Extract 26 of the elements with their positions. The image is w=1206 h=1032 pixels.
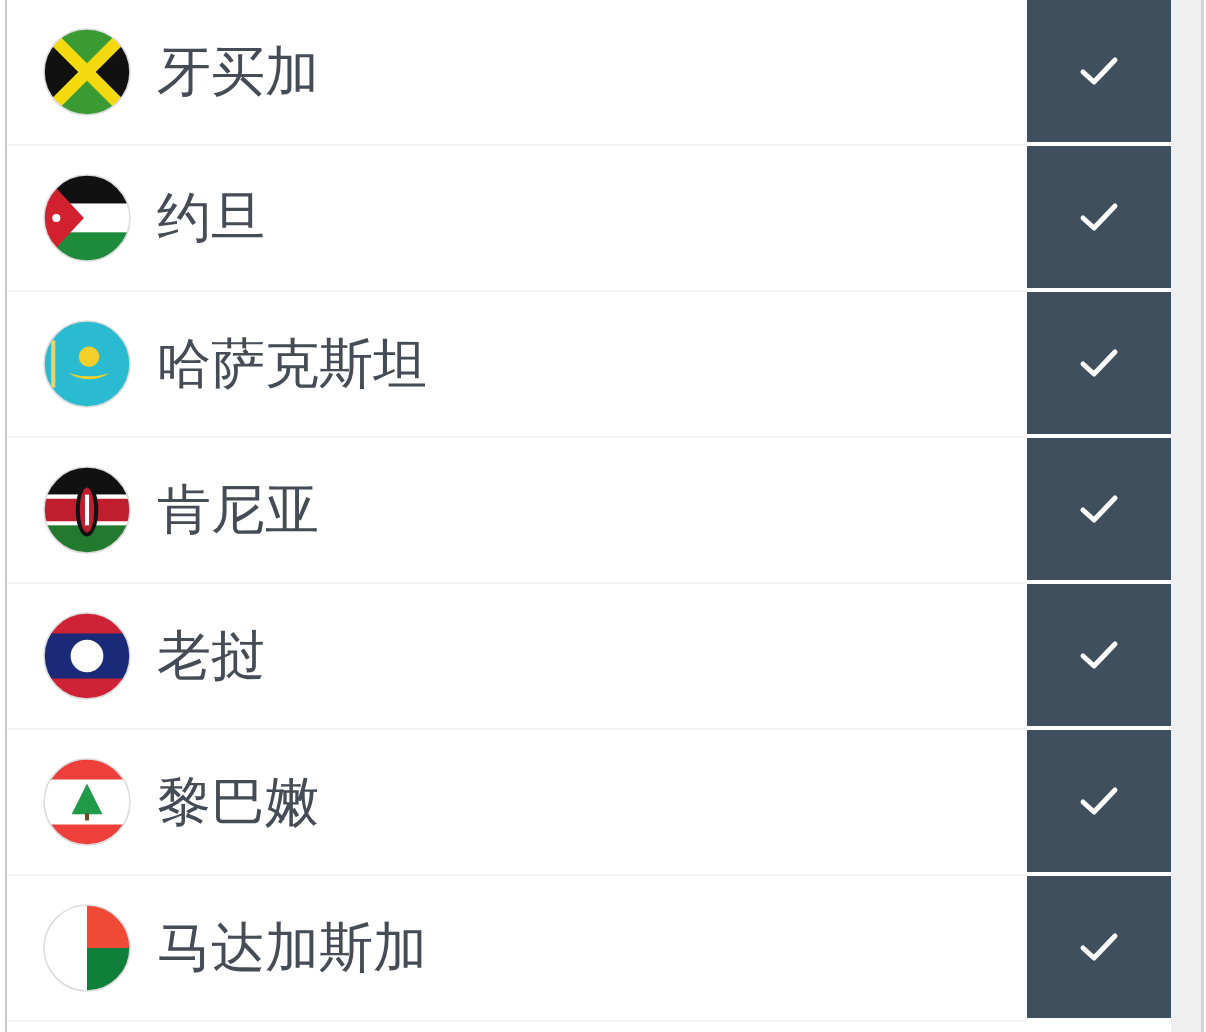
country-name: 牙买加 [157,38,319,105]
flag-icon [43,466,131,554]
country-name: 老挝 [157,622,265,689]
check-button[interactable] [1027,876,1171,1018]
country-name: 马达加斯加 [157,914,427,981]
check-button[interactable] [1027,292,1171,434]
flag-icon [43,904,131,992]
checkmark-icon [1079,931,1119,963]
check-button[interactable] [1027,584,1171,726]
country-name: 约旦 [157,184,265,251]
checkmark-icon [1079,347,1119,379]
flag-icon [43,174,131,262]
check-button[interactable] [1027,0,1171,142]
scrollbar-track[interactable] [1171,0,1204,1032]
country-name: 肯尼亚 [157,476,319,543]
country-name: 哈萨克斯坦 [157,330,427,397]
checkmark-icon [1079,493,1119,525]
checkmark-icon [1079,55,1119,87]
checkmark-icon [1079,785,1119,817]
country-name: 黎巴嫩 [157,768,319,835]
checkmark-icon [1079,201,1119,233]
check-button[interactable] [1027,730,1171,872]
flag-icon [43,758,131,846]
check-button[interactable] [1027,146,1171,288]
checkmark-icon [1079,639,1119,671]
check-button[interactable] [1027,438,1171,580]
